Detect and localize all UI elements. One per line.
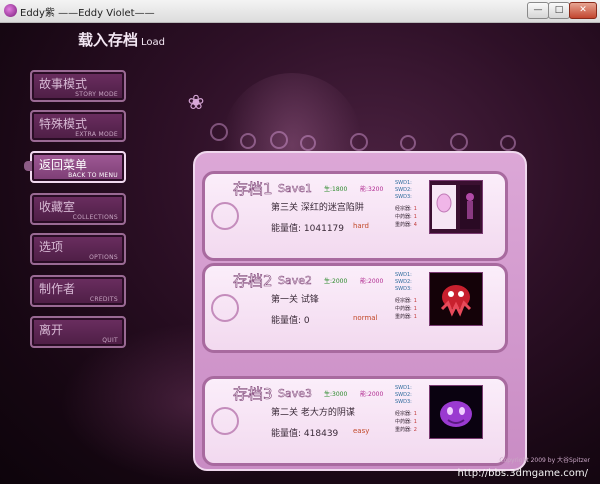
menu-label-en: BACK TO MENU [68,172,118,179]
menu-label-en: OPTIONS [89,254,118,261]
menu-label-cn: 故事模式 [39,77,88,91]
slot-label-en: Save2 [278,274,313,288]
stage-name: 第三关 深红的迷宫陷阱 [271,203,364,213]
quit-button[interactable]: 离开 QUIT [30,316,126,348]
selection-marker [24,161,32,171]
life-stat: 生:3000 [324,391,348,398]
maximize-button[interactable]: □ [548,2,570,19]
swirl-ornament [350,133,368,151]
energy-stat: 能:2000 [360,391,384,398]
swirl-ornament [210,123,228,141]
title-bar: Eddy紫 ——Eddy Violet—— — □ ✕ [0,0,600,23]
energy-stat: 能:3200 [360,186,384,193]
item-count: 重药器: 4 [395,222,417,228]
save-slot-3[interactable]: 存档3 Save3 生:3000 能:2000 第二关 老大方的阴谋 能量值: … [202,376,508,466]
save-slot-1[interactable]: 存档1 Save1 生:1800 能:3200 第三关 深红的迷宫陷阱 能量值:… [202,171,508,261]
swd-label: SWD1: [395,272,412,278]
slot-label-en: Save3 [278,387,313,401]
swirl-ornament [300,135,316,151]
item-count: 重药器: 1 [395,314,417,320]
menu-label-cn: 返回菜单 [39,158,88,172]
menu-label-cn: 特殊模式 [39,117,88,131]
energy-stat: 能:2000 [360,278,384,285]
difficulty-label: hard [353,222,369,230]
item-count: 重药器: 2 [395,427,417,433]
app-icon [4,4,17,17]
energy-value: 能量值: 1041179 [271,224,345,234]
item-count: 中药器: 1 [395,306,417,312]
extra-mode-button[interactable]: 特殊模式 EXTRA MODE [30,110,126,142]
swirl-ornament [500,135,516,151]
credits-button[interactable]: 制作者 CREDITS [30,275,126,307]
swd-label: SWD1: [395,180,412,186]
swirl-ornament [211,407,239,435]
menu-label-cn: 离开 [39,323,64,337]
life-stat: 生:1800 [324,186,348,193]
stage-name: 第二关 老大方的阴谋 [271,408,355,418]
story-mode-button[interactable]: 故事模式 STORY MODE [30,70,126,102]
swirl-ornament [211,202,239,230]
swirl-ornament [400,135,416,151]
copyright-text: Copyright 2009 by 大谷Spitzer [499,457,590,464]
window-title: Eddy紫 ——Eddy Violet—— [20,8,155,19]
slot-label-en: Save1 [278,182,313,196]
item-count: 经宗器: 1 [395,298,417,304]
swd-label: SWD3: [395,286,412,292]
menu-label-cn: 选项 [39,240,64,254]
energy-value: 能量值: 0 [271,316,310,326]
swirl-ornament [450,133,468,151]
item-count: 经宗器: 1 [395,206,417,212]
energy-value: 能量值: 418439 [271,429,339,439]
close-button[interactable]: ✕ [569,2,597,19]
menu-label-cn: 制作者 [39,282,76,296]
minimize-button[interactable]: — [527,2,549,19]
options-button[interactable]: 选项 OPTIONS [30,233,126,265]
menu-label-en: QUIT [102,337,118,344]
difficulty-label: easy [353,427,370,435]
difficulty-label: normal [353,314,378,322]
swd-label: SWD3: [395,194,412,200]
menu-label-en: STORY MODE [75,91,118,98]
slot-label-cn: 存档2 [233,272,273,291]
slot-label-cn: 存档3 [233,385,273,404]
save-thumbnail [429,180,483,234]
swirl-ornament [240,133,256,149]
screen-title: 载入存档 Load [78,29,165,50]
watermark-url: http://bbs.3dmgame.com/ [457,468,588,479]
life-stat: 生:2000 [324,278,348,285]
item-count: 中药器: 1 [395,419,417,425]
menu-label-en: EXTRA MODE [75,131,118,138]
menu-label-en: CREDITS [89,296,118,303]
game-window: Eddy紫 ——Eddy Violet—— — □ ✕ ❀ 载入存档 Load 故… [0,0,600,484]
screen-title-sub: Load [141,37,166,48]
swd-label: SWD2: [395,279,412,285]
item-count: 经宗器: 1 [395,411,417,417]
swirl-ornament [270,131,288,149]
swd-label: SWD2: [395,392,412,398]
save-slot-2[interactable]: 存档2 Save2 生:2000 能:2000 第一关 试锋 能量值: 0 no… [202,263,508,353]
collections-button[interactable]: 收藏室 COLLECTIONS [30,193,126,225]
stage-name: 第一关 试锋 [271,295,319,305]
flower-icon: ❀ [187,90,205,114]
game-viewport: ❀ 载入存档 Load 故事模式 STORY MODE 特殊模式 EXTRA MO… [0,23,600,484]
swd-label: SWD1: [395,385,412,391]
swirl-ornament [211,294,239,322]
screen-title-cn: 载入存档 [78,31,139,49]
item-count: 中药器: 1 [395,214,417,220]
back-to-menu-button[interactable]: 返回菜单 BACK TO MENU [24,151,126,183]
swd-label: SWD2: [395,187,412,193]
save-thumbnail [429,385,483,439]
menu-label-en: COLLECTIONS [72,214,118,221]
menu-label-cn: 收藏室 [39,200,76,214]
swd-label: SWD3: [395,399,412,405]
save-thumbnail [429,272,483,326]
slot-label-cn: 存档1 [233,180,273,199]
